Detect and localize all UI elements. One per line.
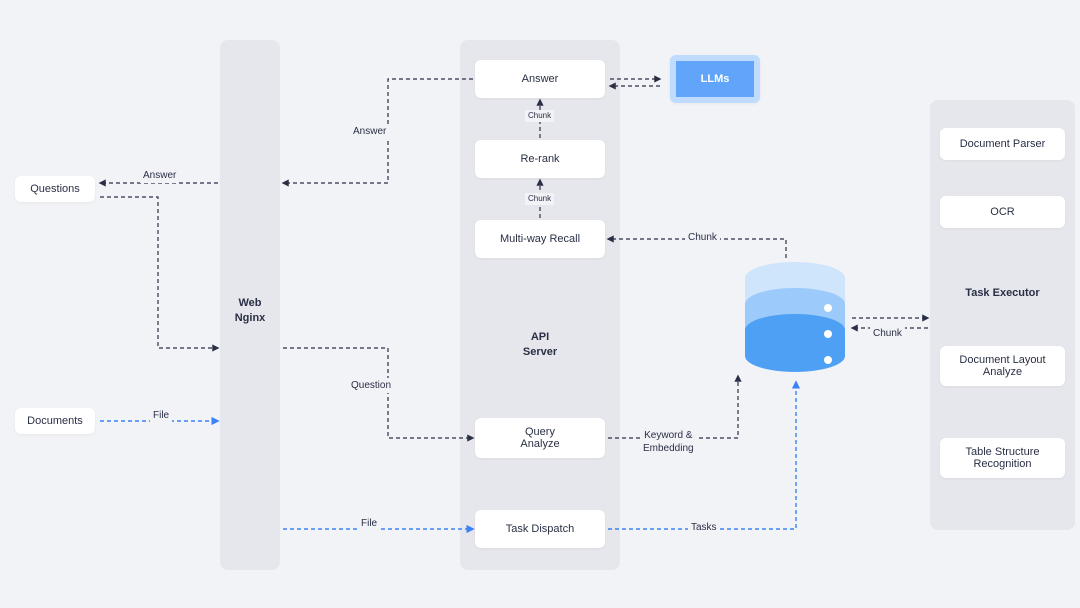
edge-chunk-right: Chunk: [685, 230, 720, 245]
edge-question: Question: [348, 378, 394, 393]
edge-chunk-exec: Chunk: [870, 326, 905, 341]
edge-file-2: File: [358, 516, 380, 531]
edge-chunk-1: Chunk: [525, 110, 554, 122]
edge-answer-top: Answer: [350, 124, 389, 139]
database-icon: [740, 260, 850, 385]
query-analyze-node: Query Analyze: [475, 418, 605, 458]
web-nginx-label: Web Nginx: [220, 296, 280, 327]
multiway-recall-node: Multi-way Recall: [475, 220, 605, 258]
documents-node: Documents: [15, 408, 95, 434]
edge-tasks: Tasks: [688, 520, 720, 535]
questions-node: Questions: [15, 176, 95, 202]
rerank-node: Re-rank: [475, 140, 605, 178]
document-layout-node: Document Layout Analyze: [940, 346, 1065, 386]
edge-answer-left: Answer: [140, 168, 179, 183]
document-parser-node: Document Parser: [940, 128, 1065, 160]
llms-node: LLMs: [670, 55, 760, 103]
edge-chunk-2: Chunk: [525, 193, 554, 205]
task-dispatch-node: Task Dispatch: [475, 510, 605, 548]
api-server-label: API Server: [460, 330, 620, 361]
answer-node: Answer: [475, 60, 605, 98]
edge-keyword-embed: Keyword & Embedding: [640, 428, 697, 456]
task-executor-label: Task Executor: [940, 286, 1065, 301]
edge-file-1: File: [150, 408, 172, 423]
table-structure-node: Table Structure Recognition: [940, 438, 1065, 478]
ocr-node: OCR: [940, 196, 1065, 228]
